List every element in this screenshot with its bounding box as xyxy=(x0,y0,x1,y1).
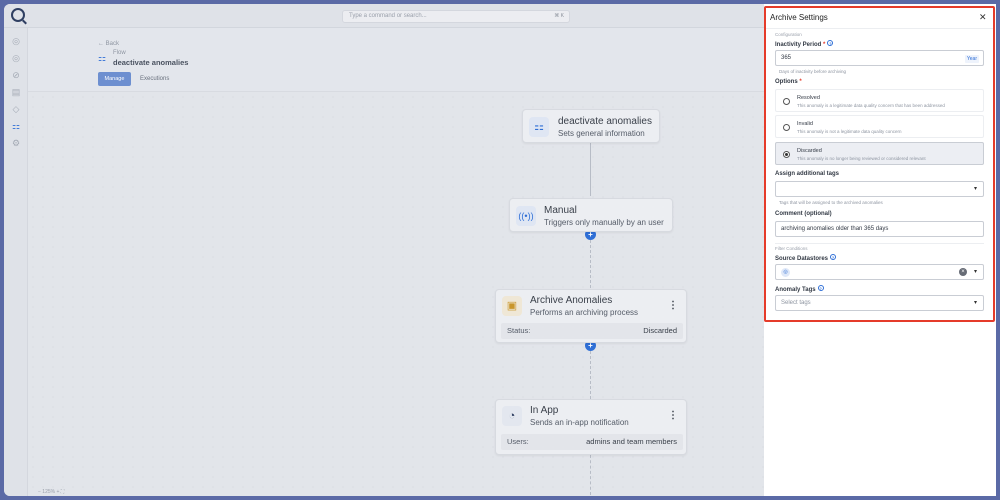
divider xyxy=(775,243,984,244)
anomaly-tags-label: Anomaly Tags? xyxy=(775,285,824,293)
more-menu-icon[interactable]: ⋮ xyxy=(668,410,678,421)
command-search-input[interactable]: Type a command or search... ⌘ K xyxy=(342,10,570,23)
sidebar: ◎ ◎ ⊘ ▤ ◇ ⚏ ⚙ xyxy=(4,28,28,496)
archive-node[interactable]: ▣ Archive Anomalies Performs an archivin… xyxy=(495,289,687,343)
clear-icon[interactable]: × xyxy=(959,268,967,276)
option-title: Resolved xyxy=(797,95,820,101)
flow-info-node[interactable]: ⚏ deactivate anomalies Sets general info… xyxy=(522,109,660,143)
unit-selector[interactable]: Year xyxy=(964,55,979,63)
option-title: Discarded xyxy=(797,148,822,154)
back-label: Back xyxy=(105,41,120,47)
database-icon[interactable]: ◎ xyxy=(11,53,21,63)
flow-icon: ⚏ xyxy=(98,53,107,63)
chevron-down-icon[interactable]: ▾ xyxy=(974,185,977,192)
tag-icon[interactable]: ◇ xyxy=(11,104,21,114)
node-title: In App xyxy=(530,405,559,416)
command-placeholder: Type a command or search... xyxy=(349,13,427,19)
inactivity-hint: Days of inactivity before archiving xyxy=(779,69,847,74)
tab-manage[interactable]: Manage xyxy=(98,72,131,86)
connector-line xyxy=(590,351,591,399)
node-subtitle: Triggers only manually by an user xyxy=(544,218,664,227)
check-circle-icon[interactable]: ⊘ xyxy=(11,70,21,80)
radio-button[interactable] xyxy=(783,98,790,105)
connector-line xyxy=(590,240,591,288)
status-row: Status: Discarded xyxy=(501,323,683,339)
node-title: Manual xyxy=(544,205,577,216)
node-subtitle: Performs an archiving process xyxy=(530,308,639,317)
help-icon[interactable]: ? xyxy=(827,40,834,46)
shortcut-hint: ⌘ K xyxy=(554,13,564,19)
back-link[interactable]: ← Back xyxy=(98,41,119,47)
panel-title: Archive Settings xyxy=(770,13,828,22)
options-label: Options * xyxy=(775,79,802,85)
filter-conditions-label: Filter Conditions xyxy=(775,246,808,251)
help-icon[interactable]: ? xyxy=(830,254,837,260)
divider xyxy=(766,28,994,29)
row-value: admins and team members xyxy=(586,437,677,446)
configuration-label: Configuration xyxy=(775,32,802,37)
gear-icon[interactable]: ⚙ xyxy=(11,138,21,148)
anomaly-tags-placeholder: Select tags xyxy=(781,300,811,306)
node-subtitle: Sets general information xyxy=(558,129,645,138)
tab-executions[interactable]: Executions xyxy=(140,72,169,86)
option-desc: This anomaly is a legitimate data qualit… xyxy=(797,103,945,108)
chevron-down-icon[interactable]: ▾ xyxy=(974,299,977,306)
node-subtitle: Sends an in-app notification xyxy=(530,418,629,427)
row-value: Discarded xyxy=(643,326,677,335)
broadcast-icon: ((•)) xyxy=(516,206,536,226)
option-desc: This anomaly is not a legitimate data qu… xyxy=(797,129,902,134)
zoom-controls[interactable]: − 125% + ⛶ xyxy=(38,489,108,499)
archive-icon: ▣ xyxy=(502,296,522,316)
trigger-node[interactable]: ((•)) Manual Triggers only manually by a… xyxy=(509,198,673,232)
more-menu-icon[interactable]: ⋮ xyxy=(668,300,678,311)
comment-label: Comment (optional) xyxy=(775,211,832,217)
inactivity-value: 365 xyxy=(781,55,792,61)
inactivity-label: Inactivity Period *? xyxy=(775,40,834,48)
row-key: Users: xyxy=(507,437,529,446)
source-datastores-label: Source Datastores? xyxy=(775,254,837,262)
node-title: deactivate anomalies xyxy=(558,116,652,127)
option-desc: This anomaly is no longer being reviewed… xyxy=(797,156,926,161)
flow-icon[interactable]: ⚏ xyxy=(11,121,21,131)
tags-hint: Tags that will be assigned to the archiv… xyxy=(779,200,883,205)
flow-type-label: Flow xyxy=(113,50,126,56)
comment-value: archiving anomalies older than 365 days xyxy=(781,226,889,232)
tags-label: Assign additional tags xyxy=(775,171,840,177)
app-logo-icon: ◔ xyxy=(502,406,522,426)
notification-node[interactable]: ◔ In App Sends an in-app notification ⋮ … xyxy=(495,399,687,455)
tags-select[interactable]: ▾ xyxy=(775,181,984,197)
chevron-down-icon[interactable]: ▾ xyxy=(974,268,977,275)
flow-name: deactivate anomalies xyxy=(113,58,189,67)
datastore-icon: ◎ xyxy=(781,268,790,277)
flow-icon: ⚏ xyxy=(529,117,549,137)
users-row: Users: admins and team members xyxy=(501,434,683,450)
anomaly-tags-select[interactable]: Select tags ▾ xyxy=(775,295,984,311)
clipboard-icon[interactable]: ▤ xyxy=(11,87,21,97)
radio-button[interactable] xyxy=(783,124,790,131)
node-title: Archive Anomalies xyxy=(530,295,613,306)
comment-input[interactable]: archiving anomalies older than 365 days xyxy=(775,221,984,237)
help-icon[interactable]: ? xyxy=(817,285,824,291)
option-invalid[interactable]: Invalid This anomaly is not a legitimate… xyxy=(775,115,984,138)
database-icon[interactable]: ◎ xyxy=(11,36,21,46)
radio-button[interactable] xyxy=(783,151,790,158)
app-logo-icon[interactable] xyxy=(11,8,25,22)
connector-line xyxy=(590,143,591,196)
close-icon[interactable]: ✕ xyxy=(979,12,987,23)
option-discarded[interactable]: Discarded This anomaly is no longer bein… xyxy=(775,142,984,165)
source-datastores-select[interactable]: ◎ × ▾ xyxy=(775,264,984,280)
option-title: Invalid xyxy=(797,121,813,127)
option-resolved[interactable]: Resolved This anomaly is a legitimate da… xyxy=(775,89,984,112)
inactivity-input[interactable]: 365 Year xyxy=(775,50,984,66)
connector-line xyxy=(590,455,591,495)
row-key: Status: xyxy=(507,326,531,335)
